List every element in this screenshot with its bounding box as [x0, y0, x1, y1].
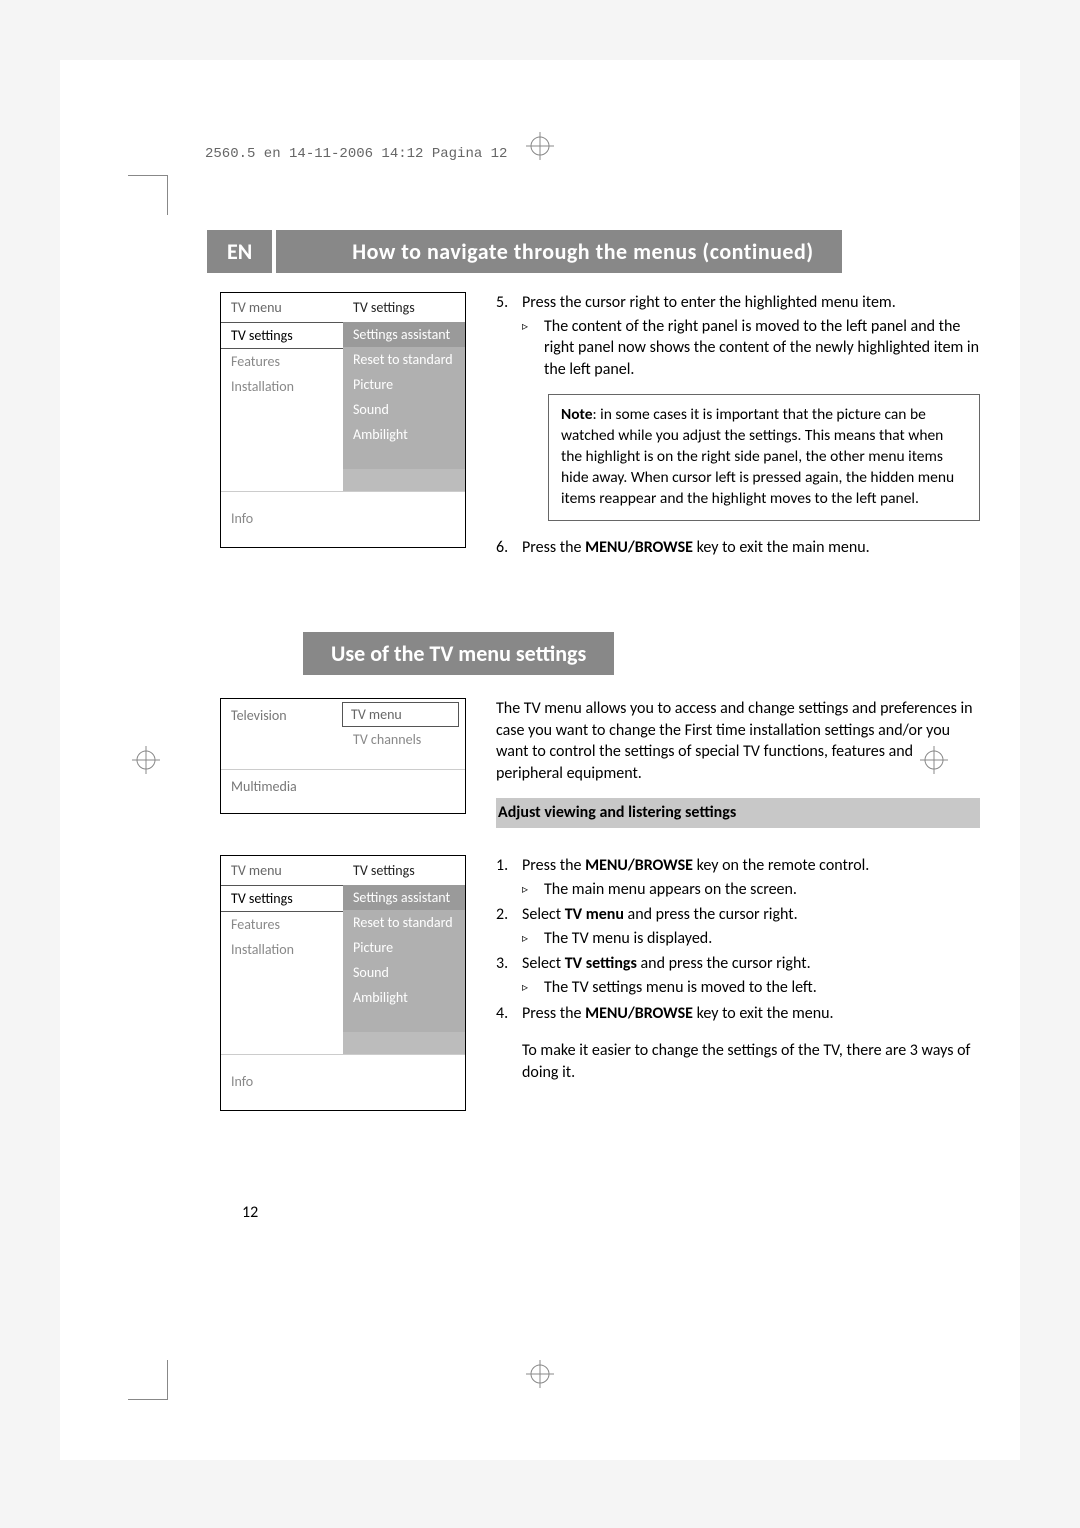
- menu-item: TV settings: [221, 885, 343, 912]
- menu-item: Picture: [343, 935, 465, 960]
- menu-item: Features: [221, 349, 343, 374]
- menu-item: Installation: [221, 374, 343, 399]
- menu-info-label: Info: [221, 1054, 465, 1110]
- section-tv-menu-top: Television TV menu TV channels Multimedi…: [220, 698, 980, 840]
- menu-item: Sound: [343, 397, 465, 422]
- menu-item: Settings assistant: [343, 322, 465, 347]
- menu-multimedia-label: Multimedia: [221, 770, 465, 813]
- menu-item: Ambilight: [343, 422, 465, 447]
- outro-text: To make it easier to change the settings…: [496, 1040, 980, 1083]
- menu-item: Settings assistant: [343, 885, 465, 910]
- menu-left-header: TV menu: [221, 856, 343, 885]
- tv-menu-screenshot: TV menu TV settings Features Installatio…: [220, 292, 466, 548]
- registration-mark-icon: [526, 1360, 554, 1388]
- menu-item: TV channels: [343, 727, 459, 752]
- registration-mark-icon: [132, 746, 160, 774]
- section-title: Use of the TV menu settings: [303, 632, 614, 675]
- tv-menu-screenshot-small: Television TV menu TV channels Multimedi…: [220, 698, 466, 814]
- menu-left-header: Television: [231, 707, 343, 724]
- step-text: Press the cursor right to enter the high…: [522, 293, 896, 312]
- menu-info-label: Info: [221, 491, 465, 547]
- triangle-icon: ▹: [522, 977, 544, 999]
- menu-item: Features: [221, 912, 343, 937]
- section-title-row: EN How to navigate through the menus (co…: [207, 230, 842, 273]
- menu-left-header: TV menu: [221, 293, 343, 322]
- step-number: 5.: [496, 292, 522, 521]
- language-badge: EN: [207, 230, 272, 273]
- menu-item: Ambilight: [343, 985, 465, 1010]
- manual-page: 2560.5 en 14-11-2006 14:12 Pagina 12 EN …: [60, 60, 1020, 1460]
- steps-text: 1. Press the MENU/BROWSE key on the remo…: [496, 855, 980, 1083]
- menu-right-header: TV menu: [342, 702, 459, 727]
- step-subtext: The content of the right panel is moved …: [544, 316, 980, 381]
- triangle-icon: ▹: [522, 928, 544, 950]
- triangle-icon: ▹: [522, 316, 544, 381]
- section-navigate-menus: TV menu TV settings Features Installatio…: [220, 292, 980, 563]
- menu-item: Picture: [343, 372, 465, 397]
- menu-item: Sound: [343, 960, 465, 985]
- instructions-text: 5. Press the cursor right to enter the h…: [496, 292, 980, 563]
- menu-item: TV settings: [221, 322, 343, 349]
- registration-mark-icon: [526, 132, 554, 160]
- note-label: Note: [561, 405, 593, 424]
- section-title: How to navigate through the menus (conti…: [276, 230, 841, 273]
- note-box: Note: in some cases it is important that…: [548, 394, 980, 521]
- page-number: 12: [242, 1203, 258, 1222]
- menu-item: Reset to standard: [343, 347, 465, 372]
- menu-right-header: TV settings: [343, 856, 465, 885]
- step-number: 6.: [496, 537, 522, 559]
- menu-item: Reset to standard: [343, 910, 465, 935]
- print-header: 2560.5 en 14-11-2006 14:12 Pagina 12: [205, 146, 507, 162]
- crop-mark-icon: [128, 175, 168, 215]
- tv-menu-screenshot: TV menu TV settings Features Installatio…: [220, 855, 466, 1111]
- crop-mark-icon: [128, 1360, 168, 1400]
- note-text: : in some cases it is important that the…: [561, 405, 954, 508]
- menu-item: Installation: [221, 937, 343, 962]
- triangle-icon: ▹: [522, 879, 544, 901]
- intro-text: The TV menu allows you to access and cha…: [496, 698, 980, 840]
- menu-right-header: TV settings: [343, 293, 465, 322]
- subsection-heading: Adjust viewing and listering settings: [496, 798, 980, 828]
- section-tv-menu-bottom: TV menu TV settings Features Installatio…: [220, 855, 980, 1111]
